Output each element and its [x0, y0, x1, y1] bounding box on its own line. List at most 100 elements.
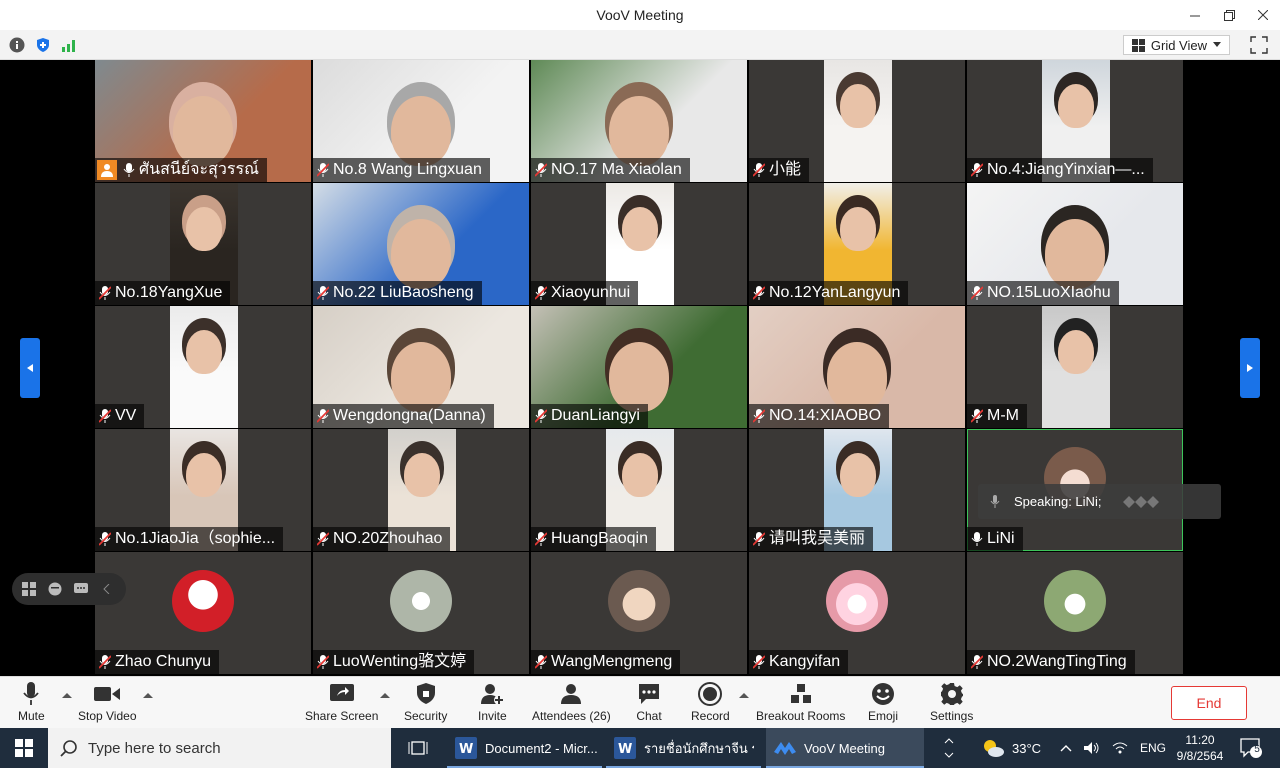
participant-face	[609, 342, 669, 412]
participant-tile[interactable]: No.4:JiangYinxian—...	[967, 60, 1183, 182]
chat-icon	[639, 684, 659, 704]
participant-tile[interactable]: NO.14:XIAOBO	[749, 306, 965, 428]
participant-tile[interactable]: Xiaoyunhui	[531, 183, 747, 305]
taskbar-scroll[interactable]	[944, 728, 954, 768]
minimize-button[interactable]	[1178, 0, 1212, 30]
participant-tile[interactable]: ศันสนีย์จะสุวรรณ์	[95, 60, 311, 182]
record-button[interactable]: Record	[691, 681, 730, 723]
chevron-up-icon[interactable]	[143, 691, 153, 701]
security-button[interactable]: Security	[404, 681, 447, 723]
participant-tile[interactable]: HuangBaoqin	[531, 429, 747, 551]
microphone-icon	[971, 532, 983, 546]
svg-text:W: W	[459, 742, 473, 757]
prev-page-button[interactable]	[20, 338, 40, 398]
participant-name: ศันสนีย์จะสุวรรณ์	[95, 158, 267, 182]
participant-tile[interactable]: NO.17 Ma Xiaolan	[531, 60, 747, 182]
mute-button[interactable]: Mute	[18, 681, 45, 723]
taskbar-app-word-document2[interactable]: W Document2 - Micr...	[447, 728, 602, 768]
video-camera-icon	[94, 687, 121, 701]
invite-button[interactable]: Invite	[478, 681, 507, 723]
taskbar-search-box[interactable]: Type here to search	[48, 728, 391, 768]
chevron-up-icon[interactable]	[739, 691, 749, 701]
share-screen-label: Share Screen	[305, 709, 379, 723]
chat-button[interactable]: Chat	[636, 681, 662, 723]
restore-button[interactable]	[1212, 0, 1246, 30]
wifi-icon[interactable]	[1112, 741, 1128, 755]
participant-name: 请叫我吴美丽	[749, 527, 874, 551]
participant-tile[interactable]: M-M	[967, 306, 1183, 428]
end-meeting-button[interactable]: End	[1171, 686, 1247, 720]
participant-tile[interactable]: Zhao Chunyu	[95, 552, 311, 674]
participant-tile[interactable]: No.12YanLangyun	[749, 183, 965, 305]
record-label: Record	[691, 709, 730, 723]
volume-icon[interactable]	[1084, 741, 1100, 755]
start-button[interactable]	[0, 728, 48, 768]
restore-icon	[1223, 9, 1235, 21]
language-indicator[interactable]: ENG	[1140, 741, 1166, 755]
participant-tile[interactable]: 小能	[749, 60, 965, 182]
stop-video-button[interactable]: Stop Video	[78, 681, 137, 723]
emoji-icon[interactable]	[46, 580, 64, 598]
task-view-button[interactable]	[400, 728, 440, 768]
participant-tile[interactable]: NO.15LuoXIaohu	[967, 183, 1183, 305]
attendees-label: Attendees (26)	[532, 709, 611, 723]
participant-tile[interactable]: WangMengmeng	[531, 552, 747, 674]
fullscreen-button[interactable]	[1250, 36, 1268, 54]
participant-avatar	[1044, 570, 1106, 632]
attendees-button[interactable]: Attendees (26)	[532, 681, 611, 723]
participant-tile[interactable]: No.22 LiuBaosheng	[313, 183, 529, 305]
participant-tile[interactable]: 请叫我吴美丽	[749, 429, 965, 551]
participant-tile[interactable]: Kangyifan	[749, 552, 965, 674]
weather-widget[interactable]: 33°C	[982, 728, 1041, 768]
apps-icon[interactable]	[20, 580, 38, 598]
search-icon	[60, 740, 77, 757]
participant-face	[186, 207, 222, 251]
participant-name: NO.15LuoXIaohu	[967, 281, 1119, 305]
chevron-up-icon[interactable]	[1060, 743, 1072, 753]
microphone-muted-icon	[534, 655, 548, 669]
settings-button[interactable]: Settings	[930, 681, 973, 723]
notification-center-button[interactable]: 5	[1240, 738, 1262, 758]
participant-tile[interactable]: DuanLiangyi	[531, 306, 747, 428]
participant-face	[391, 219, 451, 289]
taskbar-app-voov[interactable]: VooV Meeting	[766, 728, 924, 768]
collapse-icon[interactable]	[98, 580, 116, 598]
svg-text:W: W	[618, 742, 632, 757]
participant-tile[interactable]: NO.2WangTingTing	[967, 552, 1183, 674]
share-screen-button[interactable]: Share Screen	[305, 681, 378, 723]
participant-tile[interactable]: Wengdongna(Danna)	[313, 306, 529, 428]
stop-video-label: Stop Video	[78, 709, 137, 723]
chevron-up-icon[interactable]	[62, 691, 72, 701]
microphone-icon	[990, 494, 1000, 508]
participant-tile[interactable]: No.1JiaoJia（sophie...	[95, 429, 311, 551]
next-page-button[interactable]	[1240, 338, 1260, 398]
participant-tile[interactable]: LuoWenting骆文婷	[313, 552, 529, 674]
participant-face	[840, 453, 876, 497]
participant-tile[interactable]: No.8 Wang Lingxuan	[313, 60, 529, 182]
task-view-icon	[408, 741, 428, 755]
participant-face	[391, 96, 451, 166]
speaking-text: Speaking: LiNi;	[1014, 494, 1102, 509]
participant-face	[840, 207, 876, 251]
close-button[interactable]	[1246, 0, 1280, 30]
taskbar-clock[interactable]: 11:20 9/8/2564	[1170, 732, 1230, 764]
breakout-rooms-button[interactable]: Breakout Rooms	[756, 681, 845, 723]
view-mode-dropdown[interactable]: Grid View	[1122, 35, 1230, 55]
microphone-muted-icon	[98, 532, 112, 546]
chevron-up-icon[interactable]	[380, 691, 390, 701]
info-icon[interactable]	[8, 36, 26, 54]
participant-tile[interactable]: NO.20Zhouhao	[313, 429, 529, 551]
microphone-muted-icon	[534, 409, 548, 423]
participant-tile[interactable]: No.18YangXue	[95, 183, 311, 305]
chat-bubble-icon[interactable]	[72, 580, 90, 598]
taskbar-app-word-student-list[interactable]: W รายชื่อนักศึกษาจีน รุ่น ...	[606, 728, 761, 768]
participant-tile[interactable]: VV	[95, 306, 311, 428]
microphone-icon	[123, 163, 135, 177]
participant-name: Zhao Chunyu	[95, 650, 220, 674]
participant-name: No.4:JiangYinxian—...	[967, 158, 1153, 182]
grid-icon	[1131, 38, 1145, 52]
emoji-button[interactable]: Emoji	[868, 681, 898, 723]
participant-name: NO.20Zhouhao	[313, 527, 451, 551]
shield-icon[interactable]	[34, 36, 52, 54]
signal-icon[interactable]	[60, 36, 78, 54]
